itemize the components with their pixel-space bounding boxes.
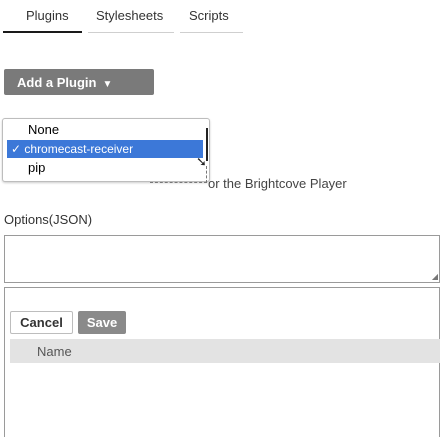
name-column-label: Name: [37, 344, 72, 359]
active-tab-indicator: [3, 31, 82, 33]
add-plugin-label: Add a Plugin: [17, 74, 97, 90]
chevron-down-icon: ▼: [102, 78, 113, 90]
save-button[interactable]: Save: [78, 311, 126, 334]
option-label: chromecast-receiver: [24, 142, 134, 156]
options-json-label: Options(JSON): [4, 212, 93, 227]
tab-bar: Plugins Stylesheets Scripts: [0, 0, 446, 36]
dashed-connector: [150, 166, 207, 183]
name-header: [10, 339, 440, 363]
check-icon: ✓: [11, 142, 25, 156]
hint-text: or the Brightcove Player: [208, 176, 347, 191]
resize-handle-icon[interactable]: ◢: [432, 272, 438, 281]
option-none[interactable]: None: [28, 121, 59, 139]
cancel-button[interactable]: Cancel: [10, 311, 73, 334]
tab-underline: [180, 32, 243, 33]
add-plugin-button[interactable]: Add a Plugin ▼: [4, 69, 154, 95]
option-pip[interactable]: pip: [28, 159, 45, 177]
tab-scripts[interactable]: Scripts: [189, 8, 229, 23]
option-chromecast-receiver[interactable]: ✓ chromecast-receiver: [7, 140, 203, 158]
tab-underline: [88, 32, 174, 33]
tab-plugins[interactable]: Plugins: [26, 8, 69, 23]
tab-stylesheets[interactable]: Stylesheets: [96, 8, 163, 23]
options-json-textarea[interactable]: ◢: [4, 235, 440, 283]
